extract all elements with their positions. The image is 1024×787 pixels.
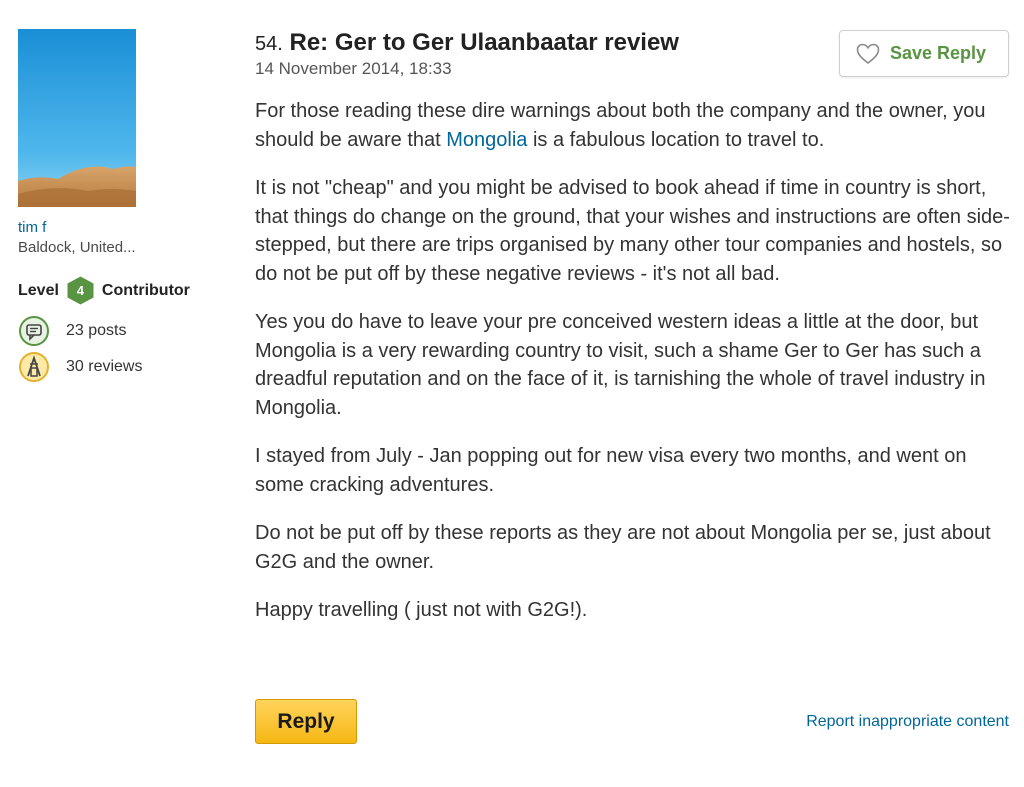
review-badge-icon: [19, 352, 49, 382]
forum-post: tim f Baldock, United... Level 4 Contrib…: [0, 0, 1024, 787]
desert-dunes-photo: [18, 29, 136, 207]
speech-bubble-icon: [19, 316, 49, 346]
author-avatar[interactable]: [18, 29, 136, 207]
paragraph: For those reading these dire warnings ab…: [255, 97, 1011, 154]
report-inappropriate-link[interactable]: Report inappropriate content: [806, 713, 1009, 731]
save-reply-button[interactable]: Save Reply: [839, 30, 1009, 77]
reply-button[interactable]: Reply: [255, 699, 357, 744]
post-title: 54. Re: Ger to Ger Ulaanbaatar review: [255, 29, 679, 57]
paragraph: Do not be put off by these reports as th…: [255, 522, 991, 573]
reviews-count: 30 reviews: [66, 358, 143, 375]
post-number: 54.: [255, 33, 283, 55]
posts-count-row[interactable]: 23 posts: [18, 315, 126, 347]
save-reply-label: Save Reply: [890, 43, 987, 63]
level-label: Level: [18, 281, 59, 299]
heart-icon: [856, 43, 880, 64]
author-name-link[interactable]: tim f: [18, 219, 46, 236]
posts-count: 23 posts: [66, 322, 127, 339]
level-title: Contributor: [101, 281, 190, 299]
reviews-count-row[interactable]: 30 reviews: [18, 351, 142, 383]
level-badge: 4: [67, 276, 94, 305]
level-number: 4: [76, 283, 85, 298]
paragraph: I stayed from July - Jan popping out for…: [255, 445, 967, 496]
paragraph: Yes you do have to leave your pre concei…: [255, 311, 986, 419]
contributor-level: Level 4 Contributor: [18, 276, 190, 305]
mongolia-link[interactable]: Mongolia: [446, 129, 527, 151]
paragraph: Happy travelling ( just not with G2G!).: [255, 599, 588, 621]
post-title-text: Re: Ger to Ger Ulaanbaatar review: [289, 29, 679, 56]
paragraph-text: is a fabulous location to travel to.: [527, 128, 825, 151]
paragraph: It is not "cheap" and you might be advis…: [255, 177, 1010, 285]
post-body: For those reading these dire warnings ab…: [255, 97, 1011, 645]
post-date: 14 November 2014, 18:33: [255, 59, 452, 78]
author-location: Baldock, United...: [18, 239, 136, 256]
